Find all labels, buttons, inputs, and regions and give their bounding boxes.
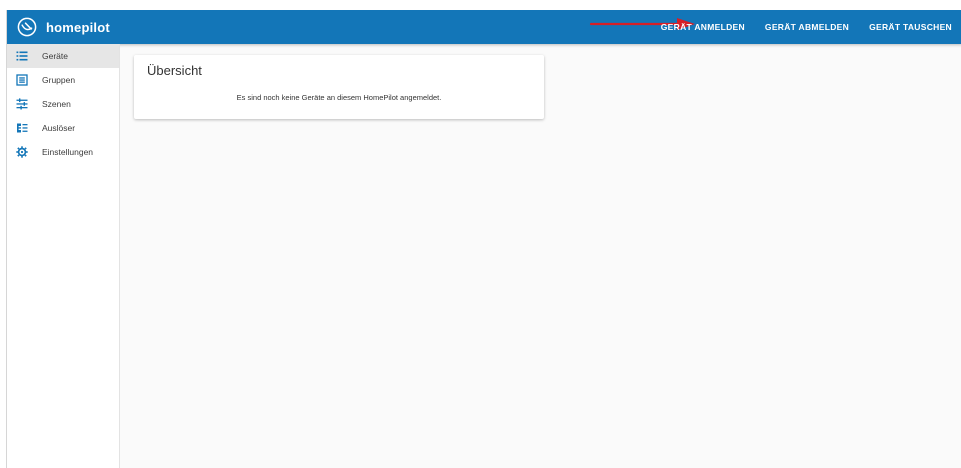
sidebar-item-label: Auslöser [42,123,76,133]
main-content: Übersicht Es sind noch keine Geräte an d… [120,44,961,468]
gear-icon [16,146,28,158]
scenes-icon [16,98,28,110]
trigger-icon [17,123,28,133]
sidebar-item-devices[interactable]: Geräte [7,44,119,68]
list-icon [16,51,28,61]
sidebar-item-label: Gruppen [42,75,76,85]
sidebar-item-triggers[interactable]: Auslöser [7,116,119,140]
sidebar-item-groups[interactable]: Gruppen [7,68,119,92]
sidebar-item-label: Einstellungen [42,147,94,157]
sidebar-item-label: Szenen [42,99,71,109]
app-window: homepilot GERÄT ANMELDEN GERÄT ABMELDEN … [6,10,961,468]
overview-card: Übersicht Es sind noch keine Geräte an d… [134,55,544,119]
overview-title: Übersicht [147,63,202,78]
replace-device-button[interactable]: GERÄT TAUSCHEN [859,10,961,44]
sidebar-item-scenes[interactable]: Szenen [7,92,119,116]
group-icon [16,74,28,86]
empty-state-message: Es sind noch keine Geräte an diesem Home… [236,93,442,102]
brand[interactable]: homepilot [17,17,110,37]
sidebar: Geräte Gruppen Szenen Auslöser Einstellu… [7,44,120,468]
header-actions: GERÄT ANMELDEN GERÄT ABMELDEN GERÄT TAUS… [651,10,961,44]
unregister-device-button[interactable]: GERÄT ABMELDEN [755,10,859,44]
top-app-bar: homepilot GERÄT ANMELDEN GERÄT ABMELDEN … [7,10,961,44]
register-device-button[interactable]: GERÄT ANMELDEN [651,10,755,44]
sidebar-item-label: Geräte [42,51,68,61]
sidebar-item-settings[interactable]: Einstellungen [7,140,119,164]
homepilot-logo-icon [17,17,37,37]
app-name: homepilot [46,19,110,35]
